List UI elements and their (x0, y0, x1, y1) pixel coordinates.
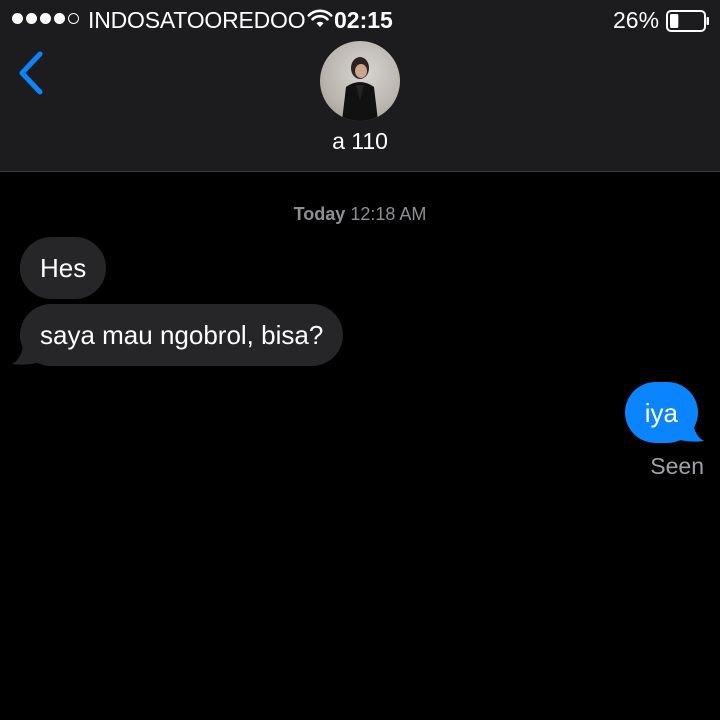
incoming-message-bubble[interactable]: saya mau ngobrol, bisa? (20, 304, 344, 366)
wifi-icon (307, 9, 333, 27)
status-time: 02:15 (334, 7, 393, 33)
read-receipt: Seen (650, 453, 704, 479)
carrier-name: INDOSATOOREDOO (88, 7, 306, 33)
message-timestamp: Today 12:18 AM (0, 204, 720, 225)
conversation-header: INDOSATOOREDOO 02:15 26% a 110 (0, 0, 720, 172)
outgoing-message-bubble[interactable]: iya (624, 382, 698, 443)
battery-icon (666, 10, 709, 32)
timestamp-day: Today (293, 204, 346, 224)
message-text: Hes (40, 253, 87, 283)
incoming-message-bubble[interactable]: Hes (20, 237, 107, 299)
battery-percentage: 26% (613, 7, 660, 33)
contact-name[interactable]: a 110 (0, 128, 720, 155)
back-button[interactable] (14, 50, 48, 96)
contact-avatar[interactable] (320, 41, 400, 121)
timestamp-time: 12:18 AM (350, 204, 427, 224)
status-bar: INDOSATOOREDOO 02:15 26% (0, 0, 720, 40)
message-text: iya (644, 398, 678, 428)
message-text: saya mau ngobrol, bisa? (40, 320, 324, 350)
cellular-signal-icon (12, 13, 79, 24)
